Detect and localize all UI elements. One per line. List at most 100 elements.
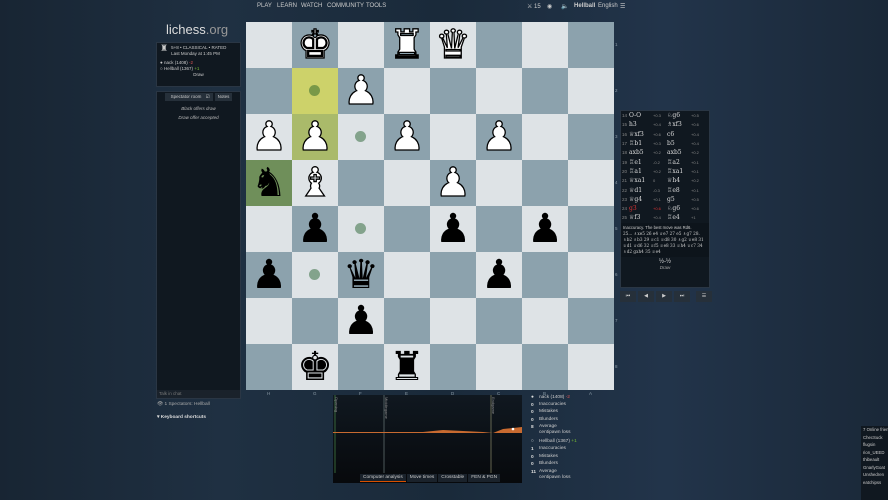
- square-c1[interactable]: [476, 22, 522, 68]
- square-f8[interactable]: [338, 344, 384, 390]
- square-b1[interactable]: [522, 22, 568, 68]
- square-b8[interactable]: [522, 344, 568, 390]
- square-a1[interactable]: [568, 22, 614, 68]
- square-a8[interactable]: [568, 344, 614, 390]
- white-player[interactable]: nack (1408): [164, 60, 188, 65]
- white-king-icon[interactable]: ♚: [296, 21, 333, 68]
- square-b6[interactable]: [522, 252, 568, 298]
- square-b2[interactable]: [522, 68, 568, 114]
- square-d8[interactable]: [430, 344, 476, 390]
- square-e2[interactable]: [384, 68, 430, 114]
- square-h6[interactable]: ♟: [246, 252, 292, 298]
- square-d6[interactable]: [430, 252, 476, 298]
- move-list[interactable]: 14 O-O +0.3 ♘g6 +0.5 15 h3 +0.4 ♗xf3 +0.6 16 ♕xf3 +0…: [620, 110, 710, 288]
- nav-community[interactable]: COMMUNITY: [327, 3, 364, 9]
- black-pawn-icon[interactable]: ♟: [297, 206, 333, 252]
- friend-item[interactable]: flugsin: [863, 441, 888, 449]
- square-d5[interactable]: ♟: [430, 206, 476, 252]
- square-a7[interactable]: [568, 298, 614, 344]
- last-move-button[interactable]: ⏭: [674, 291, 690, 302]
- notifications-icon[interactable]: ◉: [547, 3, 552, 10]
- nav-tools[interactable]: TOOLS: [366, 3, 386, 9]
- white-pawn-icon[interactable]: ♟: [342, 67, 379, 114]
- move-hint-dot[interactable]: [309, 85, 320, 96]
- square-c7[interactable]: [476, 298, 522, 344]
- friend-item[interactable]: ChecSuck: [863, 434, 888, 442]
- square-f7[interactable]: ♟: [338, 298, 384, 344]
- black-move[interactable]: ♘g6: [667, 112, 691, 119]
- white-move[interactable]: ♕g4: [629, 196, 653, 203]
- square-b7[interactable]: [522, 298, 568, 344]
- square-h7[interactable]: [246, 298, 292, 344]
- square-c3[interactable]: ♟: [476, 113, 522, 161]
- square-g4[interactable]: ♝: [292, 159, 338, 207]
- best-line[interactable]: 25... ♗xe5 26 e4 ♕e7 27 e5 ♗g7 28. ♗b2 ♗…: [623, 231, 707, 255]
- black-move[interactable]: ♕h4: [667, 177, 691, 184]
- square-f1[interactable]: [338, 22, 384, 68]
- black-rook-icon[interactable]: ♜: [389, 344, 425, 390]
- square-e3[interactable]: ♟: [384, 113, 430, 161]
- square-h2[interactable]: [246, 68, 292, 114]
- square-g1[interactable]: ♚: [292, 21, 338, 69]
- white-move[interactable]: ♖e1: [629, 159, 653, 166]
- square-e8[interactable]: ♜: [384, 344, 430, 390]
- square-h5[interactable]: [246, 206, 292, 252]
- square-g2[interactable]: [292, 68, 338, 114]
- black-pawn-icon[interactable]: ♟: [435, 206, 471, 252]
- move-hint-dot[interactable]: [309, 269, 320, 280]
- square-f6[interactable]: ♛: [338, 252, 384, 298]
- prev-move-button[interactable]: ◀: [638, 291, 654, 302]
- white-pawn-icon[interactable]: ♟: [480, 113, 517, 160]
- white-pawn-icon[interactable]: ♟: [250, 113, 287, 160]
- tab-notes[interactable]: Notes: [214, 93, 233, 101]
- move-hint-dot[interactable]: [355, 223, 366, 234]
- black-player[interactable]: Hellball (1367): [164, 66, 193, 71]
- nav-learn[interactable]: LEARN: [277, 3, 297, 9]
- nav-play[interactable]: PLAY: [257, 3, 272, 9]
- black-move[interactable]: ♖a2: [667, 159, 691, 166]
- square-b4[interactable]: [522, 160, 568, 206]
- white-rook-icon[interactable]: ♜: [388, 21, 425, 68]
- menu-button[interactable]: ☰: [696, 291, 712, 302]
- black-move[interactable]: g5: [667, 196, 691, 203]
- chess-board[interactable]: ♚ ♜ ♛ ♟ ♟ ♟ ♟ ♟ ♞ ♝ ♟ ♟ ♟ ♟ ♟ ♛ ♟ ♟ ♚ ♜: [246, 21, 614, 390]
- keyboard-shortcuts-link[interactable]: ▾ Keyboard shortcuts: [157, 415, 206, 420]
- black-pawn-icon[interactable]: ♟: [527, 206, 563, 252]
- online-friends[interactable]: 7 Online friends ChecSuckflugsinrion_UEE…: [861, 426, 888, 500]
- square-e4[interactable]: [384, 160, 430, 206]
- square-f3[interactable]: [338, 114, 384, 160]
- first-move-button[interactable]: ⏮: [620, 291, 636, 302]
- square-e5[interactable]: [384, 206, 430, 252]
- white-pawn-icon[interactable]: ♟: [434, 159, 471, 206]
- square-h1[interactable]: [246, 22, 292, 68]
- black-move[interactable]: c6: [667, 131, 691, 138]
- friend-item[interactable]: eatchipss: [863, 479, 888, 487]
- white-move[interactable]: g3: [629, 205, 653, 212]
- black-pawn-icon[interactable]: ♟: [251, 252, 287, 298]
- advantage-chart[interactable]: Opening Middlegame Endgame: [333, 395, 522, 483]
- square-g6[interactable]: [292, 252, 338, 298]
- square-c8[interactable]: [476, 344, 522, 390]
- swords-icon[interactable]: ⚔ 15: [527, 3, 541, 10]
- white-pawn-icon[interactable]: ♟: [388, 113, 425, 160]
- black-move[interactable]: ♖xa1: [667, 168, 691, 175]
- black-move[interactable]: ♖e8: [667, 187, 691, 194]
- move-hint-dot[interactable]: [355, 131, 366, 142]
- chat-input[interactable]: Talk in chat: [157, 390, 240, 398]
- friend-item[interactable]: GnarlyGoat: [863, 464, 888, 472]
- white-move[interactable]: ♕d1: [629, 187, 653, 194]
- black-name[interactable]: Hellball (1367): [539, 439, 570, 444]
- square-c6[interactable]: ♟: [476, 252, 522, 298]
- square-f5[interactable]: [338, 206, 384, 252]
- white-move[interactable]: ♖b1: [629, 140, 653, 147]
- white-name[interactable]: nack (1408): [539, 395, 564, 400]
- square-g3[interactable]: ♟: [292, 113, 338, 161]
- square-a4[interactable]: [568, 160, 614, 206]
- white-queen-icon[interactable]: ♛: [434, 21, 471, 68]
- square-f2[interactable]: ♟: [338, 67, 384, 115]
- tab-fen-pgn[interactable]: FEN & PGN: [468, 474, 501, 482]
- tab-computer-analysis[interactable]: Computer analysis: [360, 474, 406, 482]
- white-pawn-icon[interactable]: ♟: [296, 113, 333, 160]
- square-c2[interactable]: [476, 68, 522, 114]
- square-d2[interactable]: [430, 68, 476, 114]
